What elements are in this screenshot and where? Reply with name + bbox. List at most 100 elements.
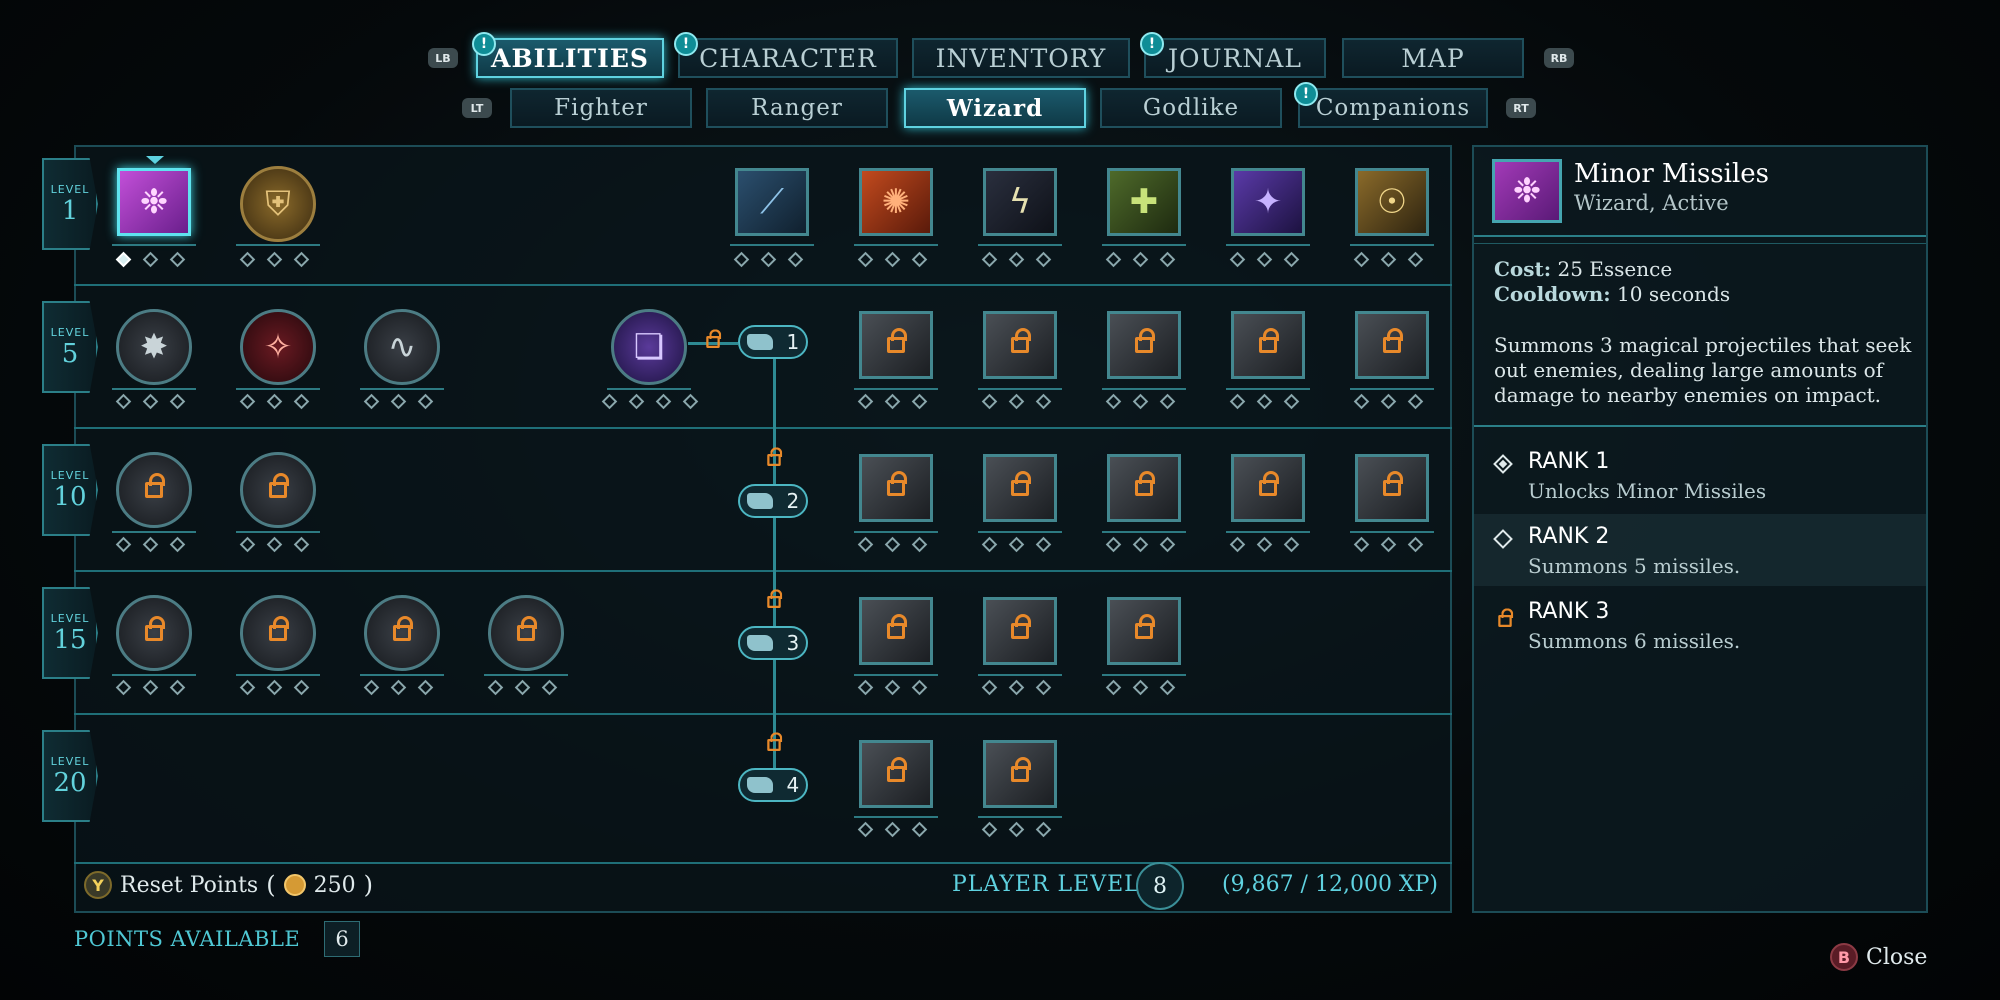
rank-pip — [1132, 251, 1149, 268]
tab-label: Companions — [1315, 95, 1471, 121]
ability-l5-locked-2[interactable] — [983, 311, 1057, 379]
tab-map[interactable]: MAP — [1342, 38, 1524, 78]
description-line: out enemies, dealing large amounts of — [1494, 358, 1884, 382]
rank-pip — [239, 251, 256, 268]
tab-journal[interactable]: JOURNAL — [1144, 38, 1326, 78]
rank-pip — [857, 821, 874, 838]
tab-character[interactable]: CHARACTER — [678, 38, 898, 78]
rank-pips — [857, 679, 928, 696]
rank-pip — [911, 251, 928, 268]
rank-pip — [733, 251, 750, 268]
rank-pip — [142, 679, 159, 696]
rank-pips — [115, 536, 186, 553]
node-base — [1102, 378, 1186, 390]
node-base — [1350, 378, 1434, 390]
ability-l15-locked-1[interactable] — [116, 595, 192, 671]
ability-l5-locked-3[interactable] — [1107, 311, 1181, 379]
reset-points-button[interactable]: Y Reset Points ( 250 ) — [84, 871, 373, 899]
tab-companions[interactable]: Companions — [1298, 88, 1488, 128]
ability-l10-locked-6[interactable] — [1231, 454, 1305, 522]
ability-l15-locked-5[interactable] — [859, 597, 933, 665]
ability-slot-l1-3[interactable]: ⟋ — [735, 168, 809, 236]
ability-slot-l1-4[interactable]: ✺ — [859, 168, 933, 236]
close-button[interactable]: B Close — [1830, 943, 1927, 971]
ability-l15-locked-7[interactable] — [1107, 597, 1181, 665]
y-button-icon: Y — [84, 871, 112, 899]
tab-abilities[interactable]: ABILITIES — [476, 38, 664, 78]
ability-slot-l1-8[interactable]: ☉ — [1355, 168, 1429, 236]
ability-l10-locked-7[interactable] — [1355, 454, 1429, 522]
tab-fighter[interactable]: Fighter — [510, 88, 692, 128]
reset-points-value: 250 — [313, 872, 356, 898]
lt-button-hint[interactable]: LT — [462, 98, 492, 118]
tab-ranger[interactable]: Ranger — [706, 88, 888, 128]
ability-l10-locked-4[interactable] — [983, 454, 1057, 522]
ability-l5-wand[interactable]: ✧ — [240, 309, 316, 385]
lock-icon — [1135, 328, 1155, 353]
node-base — [1102, 664, 1186, 676]
ability-l5-burst[interactable]: ✸ — [116, 309, 192, 385]
armor-icon: ⛨ — [265, 184, 291, 224]
ability-l15-locked-3[interactable] — [364, 595, 440, 671]
rank-pip — [857, 251, 874, 268]
ability-l5-grimoire[interactable]: ❏ — [611, 309, 687, 385]
rank-pips — [857, 821, 928, 838]
rank-pip — [760, 251, 777, 268]
node-base — [854, 234, 938, 246]
points-available-value: 6 — [324, 921, 360, 957]
ability-l5-locked-5[interactable] — [1355, 311, 1429, 379]
ability-l10-locked-2[interactable] — [240, 452, 316, 528]
lb-button-hint[interactable]: LB — [428, 48, 458, 68]
ability-slot-l1-6[interactable]: ✚ — [1107, 168, 1181, 236]
ability-l15-locked-4[interactable] — [488, 595, 564, 671]
level-number: 10 — [53, 481, 87, 512]
ability-l15-locked-6[interactable] — [983, 597, 1057, 665]
tab-inventory[interactable]: INVENTORY — [912, 38, 1130, 78]
ability-l10-locked-3[interactable] — [859, 454, 933, 522]
tab-godlike[interactable]: Godlike — [1100, 88, 1282, 128]
ability-slot-l1-7[interactable]: ✦ — [1231, 168, 1305, 236]
ability-l5-whip[interactable]: ∿ — [364, 309, 440, 385]
rank-pips — [857, 251, 928, 268]
rank-pip — [1159, 251, 1176, 268]
rb-button-hint[interactable]: RB — [1544, 48, 1574, 68]
ability-l5-locked-1[interactable] — [859, 311, 933, 379]
ability-l15-locked-2[interactable] — [240, 595, 316, 671]
body-aura-icon: ☉ — [1376, 182, 1408, 222]
rank-title: RANK 1 — [1528, 449, 1610, 474]
rank-2-row[interactable]: RANK 2 Summons 5 missiles. — [1474, 514, 1926, 586]
ability-l20-locked-1[interactable] — [859, 740, 933, 808]
tab-label: ABILITIES — [491, 43, 649, 73]
ability-l5-locked-4[interactable] — [1231, 311, 1305, 379]
level-number: 20 — [53, 767, 87, 798]
rank-pip — [911, 679, 928, 696]
lock-icon — [145, 616, 165, 641]
rank-pip — [1132, 679, 1149, 696]
rank-pips — [239, 536, 310, 553]
rank-pip — [1283, 251, 1300, 268]
rt-button-hint[interactable]: RT — [1506, 98, 1536, 118]
rank-pip — [363, 393, 380, 410]
node-base — [236, 521, 320, 533]
rank-pip — [115, 393, 132, 410]
ability-l20-locked-2[interactable] — [983, 740, 1057, 808]
ability-arcane-veil[interactable]: ⛨ — [240, 166, 316, 242]
ability-detail-panel: ❉ Minor Missiles Wizard, Active Cost: 25… — [1472, 145, 1928, 913]
node-base — [854, 664, 938, 676]
tab-wizard[interactable]: Wizard — [904, 88, 1086, 128]
tab-label: CHARACTER — [699, 43, 877, 73]
tab-label: Wizard — [946, 94, 1044, 122]
rank-pips — [601, 393, 699, 410]
rank-pips — [857, 393, 928, 410]
rank-title: RANK 2 — [1528, 524, 1610, 549]
ability-l10-locked-5[interactable] — [1107, 454, 1181, 522]
ability-l10-locked-1[interactable] — [116, 452, 192, 528]
rank-pip — [1353, 393, 1370, 410]
tab-label: Fighter — [554, 95, 648, 121]
ability-minor-missiles[interactable]: ❉ — [117, 168, 191, 236]
tier-path-line — [773, 358, 776, 788]
rank-pips — [487, 679, 558, 696]
ability-slot-l1-5[interactable]: ϟ — [983, 168, 1057, 236]
cooldown-value: 10 seconds — [1617, 282, 1731, 306]
node-base — [854, 378, 938, 390]
